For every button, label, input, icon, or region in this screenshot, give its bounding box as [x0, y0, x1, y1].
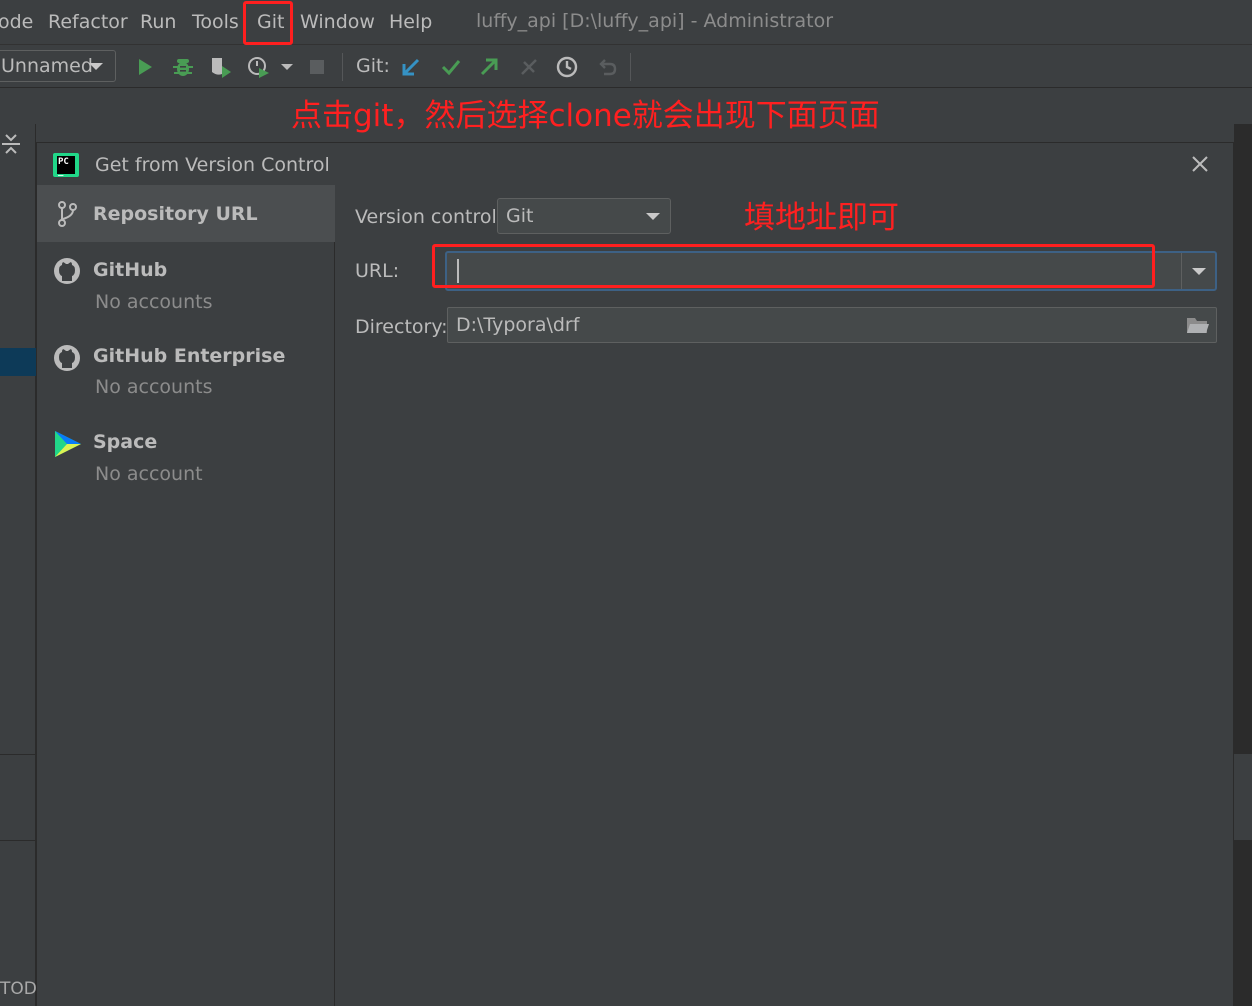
divider [0, 840, 36, 841]
directory-field[interactable] [447, 307, 1217, 343]
folder-icon[interactable] [1186, 314, 1210, 336]
menu-refactor[interactable]: Refactor [48, 9, 128, 35]
source-repository-url[interactable]: Repository URL [37, 185, 335, 242]
git-commit-icon[interactable] [438, 54, 464, 80]
menu-window[interactable]: Window [300, 9, 375, 35]
dialog-title: Get from Version Control [95, 154, 330, 176]
window-title: luffy_api [D:\luffy_api] - Administrator [476, 10, 834, 32]
menu-code[interactable]: ode [0, 9, 33, 35]
menu-run[interactable]: Run [140, 9, 176, 35]
close-icon[interactable] [1189, 153, 1211, 175]
space-icon [53, 429, 81, 457]
coverage-icon[interactable] [208, 54, 234, 80]
chevron-down-icon [1192, 268, 1206, 275]
stop-icon[interactable] [304, 54, 330, 80]
history-icon[interactable] [554, 54, 580, 80]
git-toolbar-label: Git: [356, 55, 390, 77]
right-tool-strip [1234, 124, 1252, 1006]
chevron-down-icon[interactable] [274, 54, 300, 80]
github-icon [53, 257, 81, 285]
pycharm-icon: PC _ [53, 153, 79, 177]
source-account-status: No accounts [95, 291, 213, 313]
dialog-header: PC _ Get from Version Control [37, 143, 1233, 185]
run-configuration-label: Unnamed [1, 55, 93, 77]
run-icon[interactable] [132, 54, 158, 80]
tool-panel-edge [1234, 754, 1252, 840]
divider [0, 754, 36, 755]
source-github-enterprise[interactable]: GitHub Enterprise No accounts [37, 328, 335, 414]
source-label: Space [93, 431, 158, 453]
version-control-value: Git [506, 205, 534, 227]
menu-bar: ode Refactor Run Tools Git Window Help l… [0, 0, 1252, 44]
directory-input[interactable] [450, 310, 1170, 340]
profile-icon[interactable] [246, 54, 272, 80]
vcs-source-list: Repository URL GitHub No accounts GitHub… [37, 185, 335, 1006]
source-label: GitHub Enterprise [93, 345, 286, 367]
run-configuration-select[interactable]: Unnamed [0, 50, 116, 82]
source-github[interactable]: GitHub No accounts [37, 242, 335, 328]
source-space[interactable]: Space No account [37, 414, 335, 500]
menu-help[interactable]: Help [389, 9, 432, 35]
project-tool-window: TOD [0, 124, 37, 1006]
rollback-icon[interactable] [594, 54, 620, 80]
git-menu-highlight [243, 1, 293, 45]
version-control-select[interactable]: Git [497, 198, 671, 234]
url-field-highlight [432, 244, 1155, 288]
git-update-icon[interactable] [398, 54, 424, 80]
toolbar-separator [342, 53, 343, 81]
debug-icon[interactable] [170, 54, 196, 80]
chevron-down-icon [646, 213, 660, 220]
selected-tree-row[interactable] [0, 348, 36, 376]
source-label: Repository URL [93, 203, 258, 225]
source-account-status: No accounts [95, 376, 213, 398]
toolbar-separator [630, 53, 631, 81]
annotation-url-note: 填地址即可 [744, 200, 899, 236]
chevron-down-icon [89, 63, 103, 70]
repository-url-panel: Version control: Git URL: Directory: [335, 185, 1233, 1006]
source-account-status: No account [95, 463, 203, 485]
branch-icon [53, 200, 81, 228]
menu-tools[interactable]: Tools [192, 9, 239, 35]
directory-label: Directory: [355, 316, 448, 338]
collapse-icon[interactable] [0, 132, 22, 156]
source-label: GitHub [93, 259, 168, 281]
git-compare-icon[interactable] [516, 54, 542, 80]
version-control-label: Version control: [355, 206, 504, 228]
url-history-dropdown[interactable] [1181, 253, 1215, 289]
url-label: URL: [355, 260, 400, 282]
github-icon [53, 344, 81, 372]
todo-tab[interactable]: TOD [0, 978, 37, 1000]
annotation-top-note: 点击git，然后选择clone就会出现下面页面 [291, 98, 880, 134]
main-toolbar: Unnamed Git: [0, 44, 1252, 88]
git-push-icon[interactable] [476, 54, 502, 80]
